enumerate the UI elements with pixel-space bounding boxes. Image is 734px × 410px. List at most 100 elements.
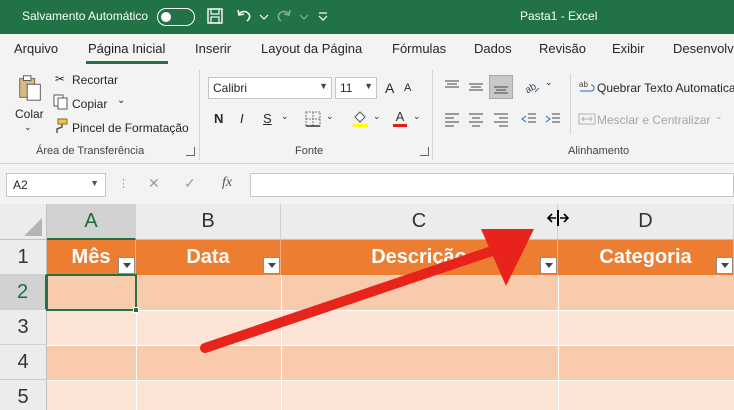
customize-qat-icon[interactable]	[313, 6, 328, 28]
orientation-icon[interactable]: ab	[522, 77, 542, 97]
enter-icon[interactable]: ✓	[184, 175, 196, 192]
toggle-knob	[161, 11, 171, 22]
row-divider	[47, 380, 734, 381]
copy-label[interactable]: Copiar	[72, 97, 107, 111]
borders-icon[interactable]	[303, 109, 323, 129]
font-launcher-icon[interactable]	[420, 147, 429, 156]
filter-dropdown-icon[interactable]	[118, 257, 135, 274]
shrink-font-icon[interactable]: A	[404, 82, 411, 94]
font-group-label: Fonte	[295, 145, 324, 157]
alignment-group-label: Alinhamento	[568, 145, 630, 157]
wrap-text-icon[interactable]: ab	[577, 77, 597, 97]
align-center-icon[interactable]	[466, 109, 486, 129]
merge-center-label[interactable]: Mesclar e Centralizar	[597, 113, 710, 127]
font-size-value: 11	[340, 81, 353, 95]
select-all-corner[interactable]	[0, 204, 47, 240]
font-color-icon[interactable]: A	[390, 108, 410, 128]
active-cell-a2[interactable]	[46, 274, 139, 313]
tab-desenvolvedor[interactable]: Desenvolvedor	[673, 41, 734, 56]
row-header-1[interactable]: 1	[0, 240, 47, 275]
decrease-indent-icon[interactable]	[519, 109, 539, 129]
fill-color-icon[interactable]	[350, 108, 370, 128]
column-header-d[interactable]: D	[558, 204, 734, 240]
autosave-toggle[interactable]	[157, 8, 195, 26]
paste-label[interactable]: Colar	[15, 107, 44, 121]
borders-dropdown-icon[interactable]: ⌄	[326, 111, 334, 122]
undo-dropdown-icon[interactable]	[254, 6, 269, 28]
bold-button[interactable]: N	[214, 111, 223, 126]
font-color-dropdown-icon[interactable]: ⌄	[413, 111, 421, 122]
paste-dropdown-icon[interactable]: ⌄	[24, 122, 32, 133]
row-header-5[interactable]: 5	[0, 380, 47, 410]
title-bar: Salvamento Automático Pasta1 - Excel	[0, 0, 734, 34]
font-size-select[interactable]: 11 ▼	[335, 77, 377, 99]
wrap-text-label[interactable]: Quebrar Texto Automaticamente	[597, 81, 734, 95]
cut-label[interactable]: Recortar	[72, 73, 118, 87]
underline-button[interactable]: S	[263, 111, 272, 126]
chevron-down-icon: ▼	[364, 81, 373, 91]
save-icon[interactable]	[205, 6, 225, 28]
font-color-letter: A	[395, 108, 405, 124]
column-divider	[558, 275, 559, 410]
align-middle-icon[interactable]	[466, 77, 486, 97]
row-header-2[interactable]: 2	[0, 275, 47, 310]
copy-icon[interactable]	[52, 93, 70, 111]
group-separator	[199, 70, 200, 160]
align-left-icon[interactable]	[442, 109, 462, 129]
merge-dropdown-icon[interactable]: ⌄	[715, 111, 723, 122]
worksheet-grid: A B C D 1 2 3 4 5 Mês Data Descrição Cat…	[0, 204, 734, 410]
formula-input[interactable]	[250, 173, 734, 197]
row-header-3[interactable]: 3	[0, 310, 47, 345]
undo-icon[interactable]	[234, 6, 254, 28]
formula-bar: A2 ▼ ⋮ ✕ ✓ fx	[0, 164, 734, 204]
formula-buttons: ✕ ✓ fx	[138, 173, 246, 197]
cut-icon[interactable]: ✂	[55, 72, 65, 86]
tab-formulas[interactable]: Fórmulas	[392, 41, 446, 56]
name-box[interactable]: A2 ▼	[6, 173, 106, 197]
font-name-select[interactable]: Calibri ▼	[208, 77, 332, 99]
merge-center-icon[interactable]	[577, 109, 597, 129]
filter-dropdown-icon[interactable]	[716, 257, 733, 274]
align-bottom-icon[interactable]	[489, 75, 513, 99]
increase-indent-icon[interactable]	[543, 109, 563, 129]
paste-icon[interactable]	[14, 72, 46, 104]
cancel-icon[interactable]: ✕	[148, 175, 160, 192]
table-row	[47, 380, 734, 410]
table-header-label: Mês	[71, 246, 111, 268]
tab-exibir[interactable]: Exibir	[612, 41, 645, 56]
tab-dados[interactable]: Dados	[474, 41, 512, 56]
table-header-label: Categoria	[599, 246, 692, 268]
grow-font-icon[interactable]: A	[385, 80, 394, 96]
redo-icon[interactable]	[274, 6, 294, 28]
autosave-label: Salvamento Automático	[22, 9, 149, 23]
align-top-icon[interactable]	[442, 77, 462, 97]
copy-dropdown-icon[interactable]: ⌄	[117, 95, 125, 106]
svg-text:ab: ab	[523, 81, 539, 96]
fill-handle[interactable]	[133, 307, 139, 313]
format-painter-label[interactable]: Pincel de Formatação	[72, 121, 189, 135]
font-name-value: Calibri	[213, 81, 248, 95]
align-right-icon[interactable]	[491, 109, 511, 129]
chevron-down-icon: ▼	[90, 178, 99, 188]
clipboard-launcher-icon[interactable]	[186, 147, 195, 156]
underline-dropdown-icon[interactable]: ⌄	[281, 111, 289, 122]
clipboard-group-label: Área de Transferência	[36, 145, 145, 157]
tab-pagina-inicial[interactable]: Página Inicial	[88, 41, 165, 56]
row-header-4[interactable]: 4	[0, 345, 47, 380]
insert-function-icon[interactable]: fx	[222, 175, 232, 191]
table-header-categoria[interactable]: Categoria	[558, 240, 734, 275]
fill-color-dropdown-icon[interactable]: ⌄	[373, 111, 381, 122]
font-color-swatch	[393, 123, 407, 127]
column-header-a[interactable]: A	[47, 204, 136, 240]
tab-layout-da-pagina[interactable]: Layout da Página	[261, 41, 362, 56]
tab-revisao[interactable]: Revisão	[539, 41, 586, 56]
redo-dropdown-icon[interactable]	[294, 6, 309, 28]
group-separator	[432, 70, 433, 160]
italic-button[interactable]: I	[240, 111, 244, 126]
format-painter-icon[interactable]	[52, 117, 70, 135]
tab-inserir[interactable]: Inserir	[195, 41, 231, 56]
formula-bar-grip-icon: ⋮	[118, 178, 129, 190]
ribbon-tabs: Arquivo Página Inicial Inserir Layout da…	[0, 34, 734, 64]
tab-arquivo[interactable]: Arquivo	[14, 41, 58, 56]
orientation-dropdown-icon[interactable]: ⌄	[545, 77, 553, 88]
